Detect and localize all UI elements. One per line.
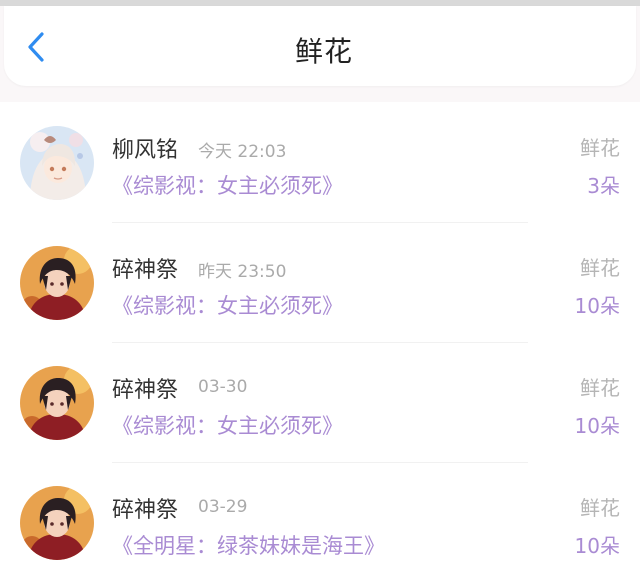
- gift-count: 10朵: [574, 534, 620, 558]
- avatar[interactable]: [20, 366, 94, 440]
- book-title-link[interactable]: 《综影视：女主必须死》: [112, 290, 343, 320]
- gift-type: 鲜花: [580, 136, 620, 160]
- gift-type: 鲜花: [580, 256, 620, 280]
- anime-boy-avatar: [20, 486, 94, 560]
- record-row[interactable]: 碎神祭 昨天 23:50 《综影视：女主必须死》 鲜花 10朵: [0, 222, 640, 342]
- header: 鲜花: [0, 6, 640, 102]
- record-row[interactable]: 碎神祭 03-29 《全明星：绿茶妹妹是海王》 鲜花 10朵: [0, 462, 640, 582]
- record-row[interactable]: 碎神祭 03-30 《综影视：女主必须死》 鲜花 10朵: [0, 342, 640, 462]
- flower-record-list: 柳风铭 今天 22:03 《综影视：女主必须死》 鲜花 3朵 碎神祭 昨天 23…: [0, 102, 640, 582]
- gift-time: 今天 22:03: [198, 142, 287, 162]
- book-title-link[interactable]: 《综影视：女主必须死》: [112, 410, 343, 440]
- gift-time: 昨天 23:50: [198, 262, 287, 282]
- page-title: 鲜花: [294, 35, 353, 68]
- book-title-link[interactable]: 《全明星：绿茶妹妹是海王》: [112, 530, 385, 560]
- gift-count: 3朵: [587, 174, 620, 198]
- user-name: 碎神祭: [112, 258, 179, 283]
- book-title-link[interactable]: 《综影视：女主必须死》: [112, 170, 343, 200]
- avatar[interactable]: [20, 486, 94, 560]
- user-name: 柳风铭: [112, 138, 179, 163]
- gift-type: 鲜花: [580, 496, 620, 520]
- header-card: 鲜花: [4, 6, 636, 86]
- gift-type: 鲜花: [580, 376, 620, 400]
- record-row[interactable]: 柳风铭 今天 22:03 《综影视：女主必须死》 鲜花 3朵: [0, 102, 640, 222]
- user-name: 碎神祭: [112, 498, 179, 523]
- gift-count: 10朵: [574, 294, 620, 318]
- avatar[interactable]: [20, 126, 94, 200]
- avatar[interactable]: [20, 246, 94, 320]
- anime-girl-avatar: [20, 126, 94, 200]
- anime-boy-avatar: [20, 366, 94, 440]
- user-name: 碎神祭: [112, 378, 179, 403]
- anime-boy-avatar: [20, 246, 94, 320]
- gift-time: 03-30: [198, 377, 248, 397]
- gift-count: 10朵: [574, 414, 620, 438]
- gift-time: 03-29: [198, 497, 248, 517]
